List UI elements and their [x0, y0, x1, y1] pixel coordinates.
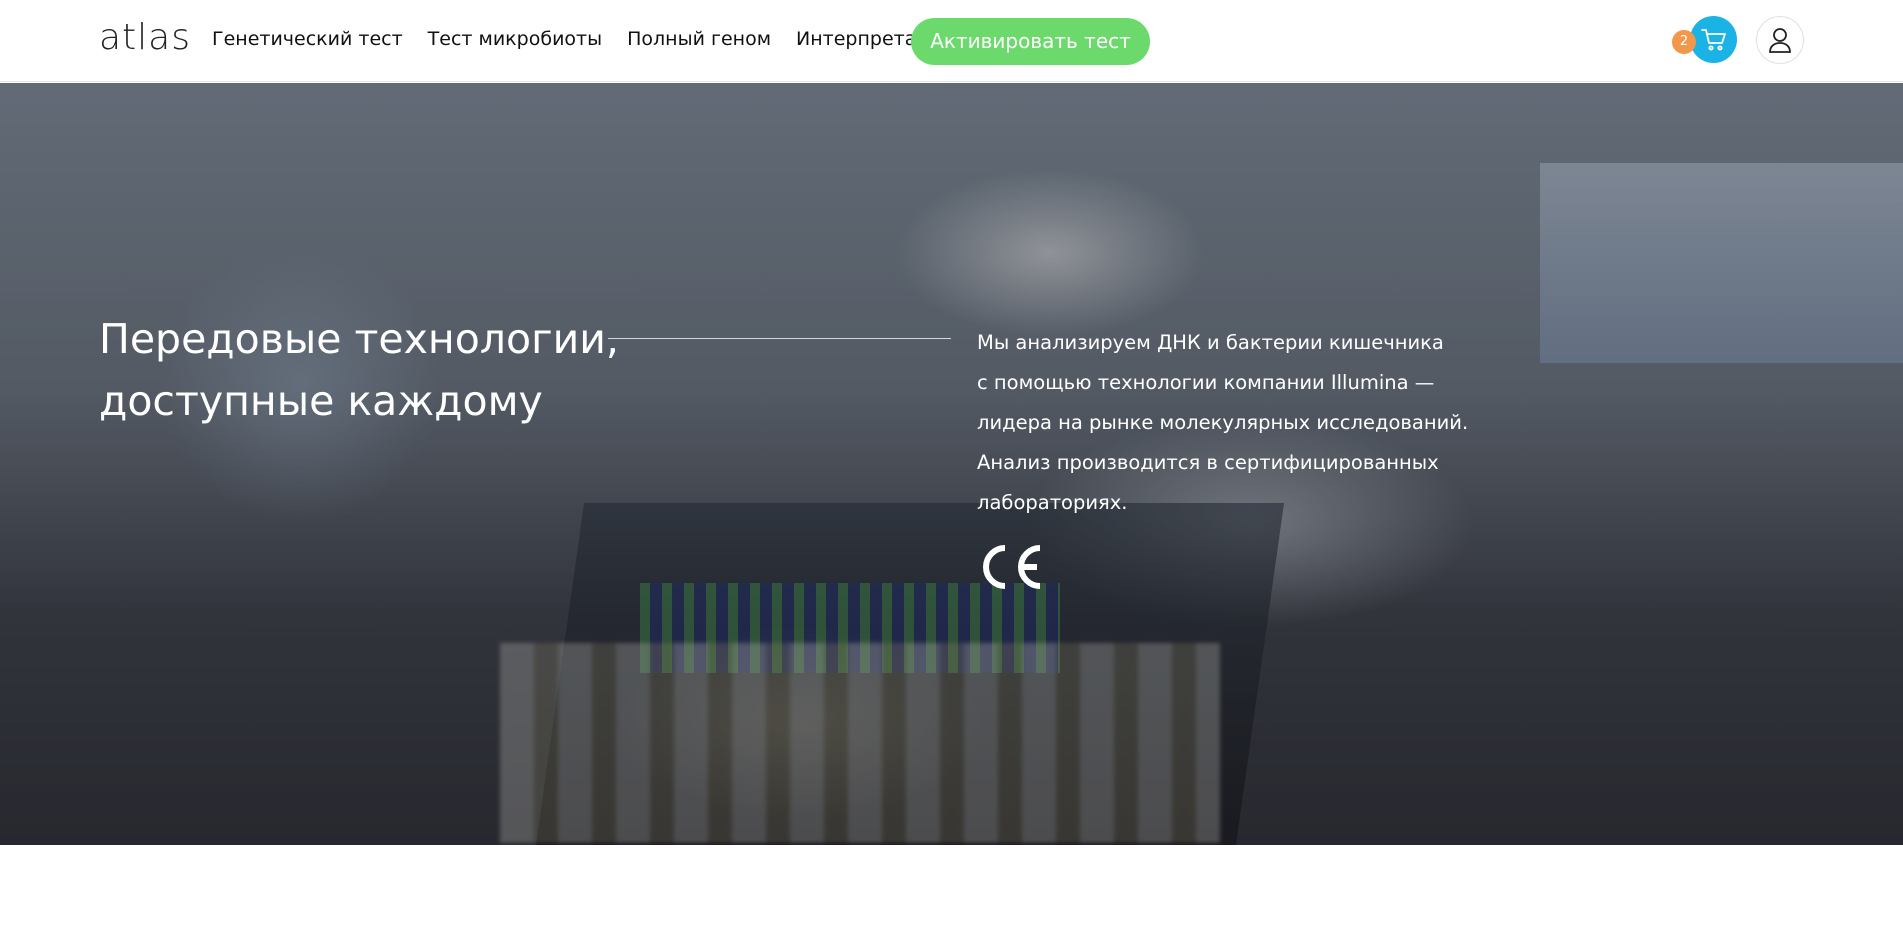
- hero-description: Мы анализируем ДНК и бактерии кишечника …: [977, 323, 1487, 523]
- nav-microbiota-test[interactable]: Тест микробиоты: [428, 26, 602, 52]
- cart-button[interactable]: [1690, 16, 1737, 63]
- nav-full-genome[interactable]: Полный геном: [627, 26, 771, 52]
- hero-title-line-1: Передовые технологии,: [99, 315, 619, 363]
- hero-divider: [608, 338, 951, 339]
- hero-title: Передовые технологии, доступные каждому: [99, 308, 659, 432]
- ce-mark-icon: [983, 545, 1041, 589]
- profile-button[interactable]: [1756, 16, 1804, 64]
- hero-text-line: с помощью технологии компании Illumina —: [977, 371, 1435, 394]
- main-nav: Генетический тест Тест микробиоты Полный…: [212, 26, 953, 52]
- hero-text-line: лабораториях.: [977, 491, 1128, 514]
- nav-genetic-test[interactable]: Генетический тест: [212, 26, 403, 52]
- hero-overlay: [0, 83, 1903, 845]
- hero-text-line: Анализ производится в сертифицированных: [977, 451, 1439, 474]
- site-header: atlas Генетический тест Тест микробиоты …: [0, 0, 1903, 82]
- hero-text-line: Мы анализируем ДНК и бактерии кишечника: [977, 331, 1444, 354]
- hero-section: Передовые технологии, доступные каждому …: [0, 83, 1903, 845]
- cart-count-badge: 2: [1672, 30, 1696, 54]
- logo[interactable]: atlas: [99, 14, 191, 62]
- hero-title-line-2: доступные каждому: [99, 377, 543, 425]
- user-icon: [1769, 28, 1791, 53]
- cart-icon: [1700, 28, 1726, 50]
- activate-test-button[interactable]: Активировать тест: [911, 18, 1150, 65]
- hero-text-line: лидера на рынке молекулярных исследовани…: [977, 411, 1469, 434]
